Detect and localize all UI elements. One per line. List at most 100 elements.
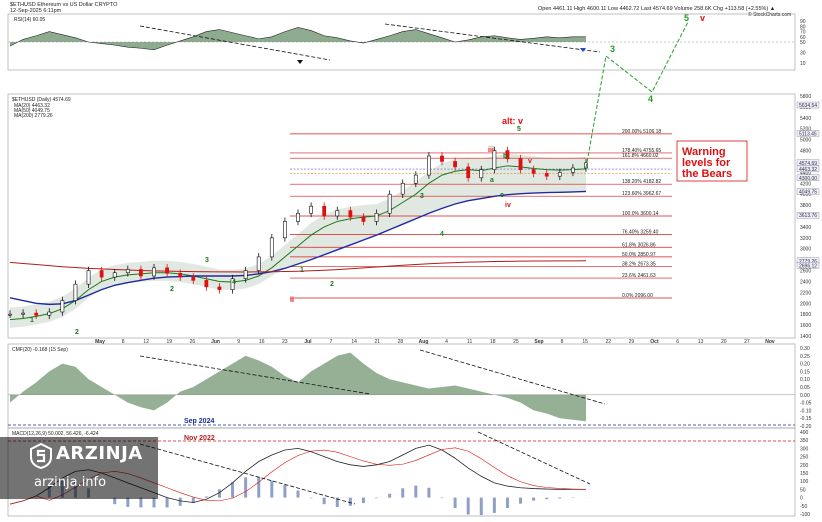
date-tick: Sep (534, 339, 543, 345)
cmf-tick: -0.05 (800, 401, 812, 407)
brand-name: ARZINJA (56, 443, 143, 464)
fib-label: 76.40% 3259.40 (622, 230, 659, 236)
macd-tick: 400 (800, 430, 809, 436)
fib-label: 138.20% 4182.82 (622, 179, 661, 185)
date-tick: Jun (211, 339, 220, 345)
price-tick: 1600 (800, 323, 811, 329)
wave-label: 5 (517, 126, 521, 133)
wave-label: c (500, 192, 504, 199)
projection-wave-4: 4 (648, 94, 653, 104)
fib-label: 61.8% 3026.86 (622, 242, 656, 248)
date-tick: 6 (676, 339, 679, 345)
wave-label: b (503, 153, 507, 160)
macd-tick: 300 (800, 446, 809, 452)
wave-label: 1 (30, 317, 34, 324)
date-tick: 16 (259, 339, 265, 345)
date-tick: 12 (143, 339, 149, 345)
macd-tick: -50 (800, 504, 807, 510)
macd-histogram-bar (322, 497, 326, 505)
date-tick: May (95, 339, 105, 345)
macd-histogram-bar (309, 497, 313, 499)
price-bar (86, 270, 91, 285)
price-tick: 2600 (800, 269, 811, 275)
macd-histogram-bar (283, 485, 287, 498)
price-flag-text: 5113.45 (799, 131, 817, 137)
price-bar (165, 267, 169, 274)
price-tick: 2000 (800, 301, 811, 307)
cmf-fill (10, 352, 586, 422)
date-tick: 29 (629, 339, 635, 345)
cmf-tick: 0.20 (800, 362, 810, 368)
arzinja-logo-icon (30, 443, 52, 469)
macd-tick: 0 (800, 496, 803, 502)
date-tick: Jul (304, 339, 312, 345)
macd-tick: 200 (800, 463, 809, 469)
macd-histogram-bar (204, 496, 208, 498)
date-tick: 18 (490, 339, 496, 345)
price-bar (518, 158, 523, 170)
wave-labels: 1 2 2 3 4 1 2 3 4 5 iii iv ii a b c v (30, 126, 532, 336)
macd-trendline-2 (477, 431, 591, 485)
macd-histogram-bar (479, 497, 483, 516)
macd-histogram-bar (361, 497, 365, 504)
price-bar (34, 312, 39, 316)
date-tick: 8 (561, 339, 564, 345)
price-tick: 5400 (800, 116, 811, 122)
cmf-tick: 0.00 (800, 393, 810, 399)
cmf-tick: 0.25 (800, 354, 810, 360)
watermark: © StockCharts.com (748, 11, 791, 18)
macd-histogram-bar (165, 497, 169, 508)
fib-label: 123.60% 3962.67 (622, 191, 661, 197)
price-bar (453, 161, 457, 168)
fib-label: 100.0% 3600.14 (622, 211, 659, 217)
macd-tick: 250 (800, 455, 809, 461)
cmf-area (8, 349, 795, 422)
price-bar (191, 276, 196, 281)
ma200-legend: MA(200) 2779.26 (14, 113, 53, 119)
alt-wave-label: alt: v (502, 116, 523, 126)
macd-histogram-bar (401, 488, 405, 498)
fib-label: 50.0% 2850.97 (622, 252, 656, 258)
price-bar (283, 221, 287, 239)
cmf-label: CMF(20) -0.168 (15 Sep) (12, 347, 68, 353)
price-bar (178, 272, 183, 278)
date-tick: Aug (419, 339, 429, 345)
price-bar (400, 182, 405, 195)
ohlc-readout: Open 4461.11 High 4600.11 Low 4462.72 La… (538, 6, 775, 12)
cmf-tick: 0.30 (800, 346, 810, 352)
macd-tick: 150 (800, 471, 809, 477)
date-tick: 14 (351, 339, 357, 345)
wave-label: 4 (440, 231, 444, 238)
cmf-tick: 0.10 (800, 377, 810, 383)
price-bar (296, 212, 300, 222)
price-bar (322, 205, 327, 217)
wave-label: 2 (330, 281, 334, 288)
price-bar (335, 210, 340, 217)
price-flag-text: 3613.76 (799, 213, 817, 219)
wave-label: 2 (75, 329, 79, 336)
fib-label: 200.00% 5106.18 (622, 129, 661, 135)
macd-histogram-bar (453, 497, 457, 508)
macd-histogram-bar (492, 497, 496, 513)
price-flag-text: 4300.00 (799, 176, 817, 182)
price-flag-text: 4049.75 (799, 189, 817, 195)
price-bar (348, 210, 353, 218)
date-tick: 23 (282, 339, 288, 345)
date-tick: 21 (374, 339, 380, 345)
price-bar (466, 166, 471, 179)
price-bar (479, 169, 484, 179)
macd-histogram-bar (178, 497, 182, 506)
wave-label: a (490, 177, 494, 184)
price-flag-text: 5634.54 (799, 103, 817, 109)
macd-histogram-bar (375, 497, 379, 499)
wave-label: 2 (170, 286, 174, 293)
date-tick: 4 (445, 339, 448, 345)
price-bar (125, 269, 130, 274)
price-bar (47, 311, 52, 316)
macd-histogram-bar (152, 497, 156, 508)
macd-histogram-bar (139, 497, 143, 508)
brand-url: arzinja.info (34, 475, 107, 490)
macd-histogram-bar (348, 497, 352, 506)
cmf-tick: 0.15 (800, 369, 810, 375)
date-tick: 9 (237, 339, 240, 345)
